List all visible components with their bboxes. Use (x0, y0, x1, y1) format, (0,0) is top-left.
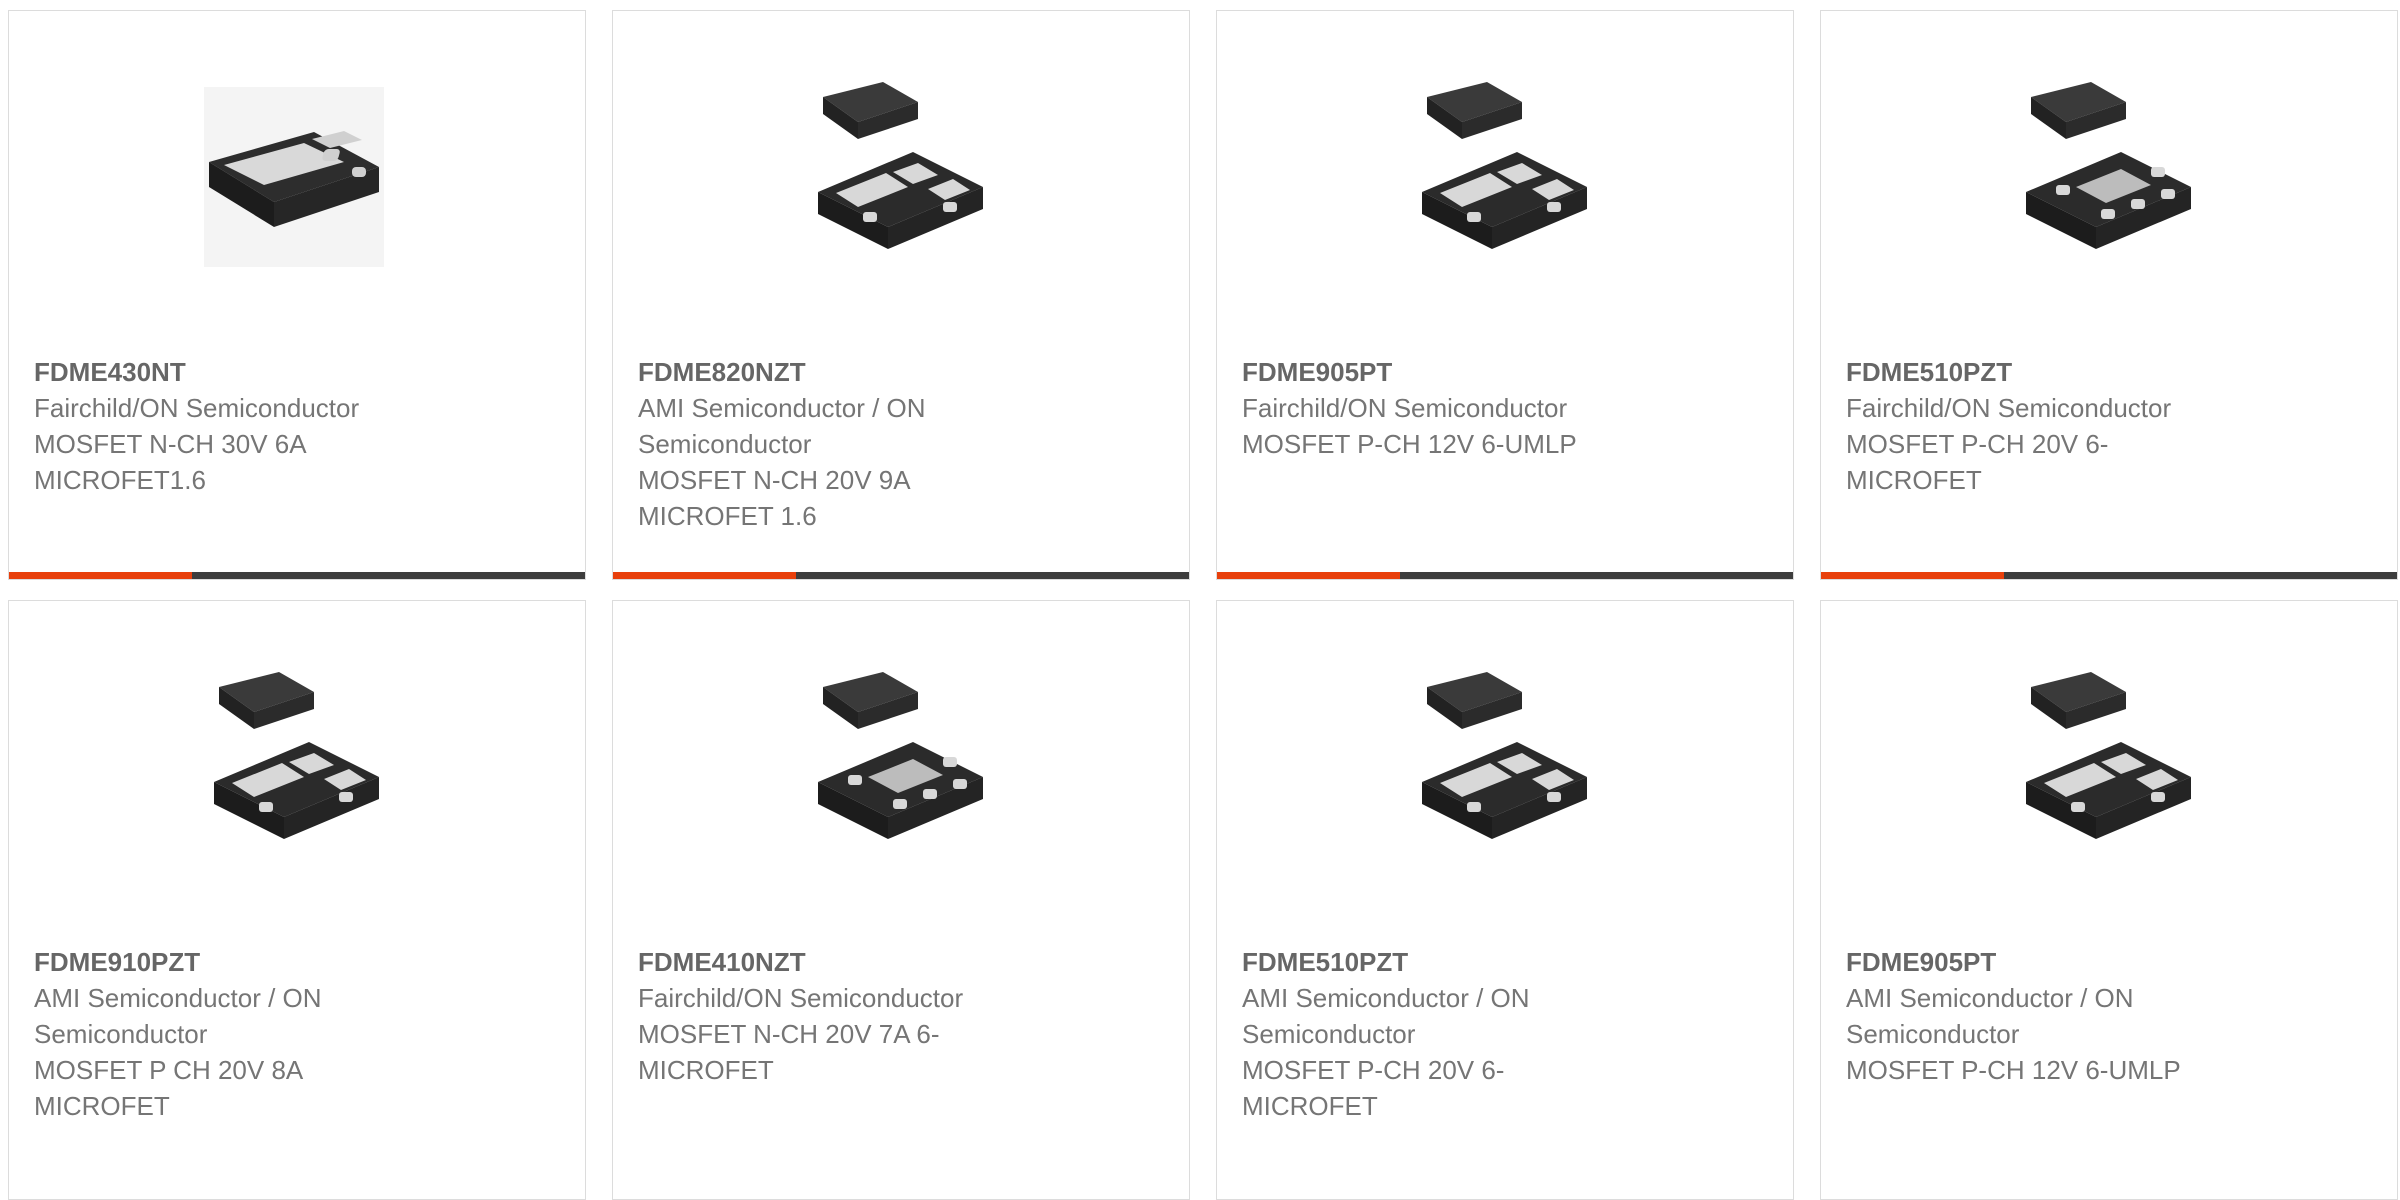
manufacturer: Fairchild/ON Semiconductor (1846, 393, 2172, 423)
part-number[interactable]: FDME910PZT (34, 944, 394, 980)
product-image (2006, 77, 2206, 277)
part-number[interactable]: FDME510PZT (1846, 354, 2206, 390)
card-accent (1821, 572, 2004, 579)
part-number[interactable]: FDME430NT (34, 354, 394, 390)
card-accent (613, 572, 796, 579)
product-image (1402, 77, 1602, 277)
card-footer-bar (613, 572, 1189, 579)
product-image (798, 667, 998, 867)
description: MOSFET N-CH 30V 6A MICROFET1.6 (34, 429, 306, 495)
product-card[interactable]: FDME430NT Fairchild/ON Semiconductor MOS… (8, 10, 586, 580)
description: MOSFET P-CH 20V 6-MICROFET (1242, 1055, 1505, 1121)
product-card[interactable]: FDME510PZT Fairchild/ON Semiconductor MO… (1820, 10, 2398, 580)
product-card[interactable]: FDME905PT Fairchild/ON Semiconductor MOS… (1216, 10, 1794, 580)
product-card[interactable]: FDME410NZT Fairchild/ON Semiconductor MO… (612, 600, 1190, 1200)
card-footer-bar (9, 572, 585, 579)
manufacturer: Fairchild/ON Semiconductor (34, 393, 360, 423)
manufacturer: AMI Semiconductor / ON Semiconductor (34, 983, 322, 1049)
part-number[interactable]: FDME905PT (1242, 354, 1602, 390)
manufacturer: Fairchild/ON Semiconductor (1242, 393, 1568, 423)
description: MOSFET P-CH 12V 6-UMLP (1846, 1055, 2181, 1085)
product-image (194, 77, 394, 277)
part-number[interactable]: FDME510PZT (1242, 944, 1602, 980)
manufacturer: AMI Semiconductor / ON Semiconductor (1242, 983, 1530, 1049)
product-image (1402, 667, 1602, 867)
description: MOSFET N-CH 20V 9A MICROFET 1.6 (638, 465, 910, 531)
description: MOSFET N-CH 20V 7A 6-MICROFET (638, 1019, 940, 1085)
description: MOSFET P CH 20V 8A MICROFET (34, 1055, 302, 1121)
manufacturer: AMI Semiconductor / ON Semiconductor (1846, 983, 2134, 1049)
product-grid: FDME430NT Fairchild/ON Semiconductor MOS… (8, 10, 2400, 1200)
card-footer-bar (1821, 572, 2397, 579)
card-footer-bar (1217, 572, 1793, 579)
description: MOSFET P-CH 20V 6-MICROFET (1846, 429, 2109, 495)
part-number[interactable]: FDME820NZT (638, 354, 998, 390)
product-card[interactable]: FDME905PT AMI Semiconductor / ON Semicon… (1820, 600, 2398, 1200)
manufacturer: AMI Semiconductor / ON Semiconductor (638, 393, 926, 459)
card-accent (1217, 572, 1400, 579)
product-card[interactable]: FDME510PZT AMI Semiconductor / ON Semico… (1216, 600, 1794, 1200)
product-image (798, 77, 998, 277)
product-image (194, 667, 394, 867)
product-image (2006, 667, 2206, 867)
manufacturer: Fairchild/ON Semiconductor (638, 983, 964, 1013)
part-number[interactable]: FDME410NZT (638, 944, 998, 980)
product-card[interactable]: FDME910PZT AMI Semiconductor / ON Semico… (8, 600, 586, 1200)
part-number[interactable]: FDME905PT (1846, 944, 2206, 980)
product-card[interactable]: FDME820NZT AMI Semiconductor / ON Semico… (612, 10, 1190, 580)
card-accent (9, 572, 192, 579)
description: MOSFET P-CH 12V 6-UMLP (1242, 429, 1577, 459)
